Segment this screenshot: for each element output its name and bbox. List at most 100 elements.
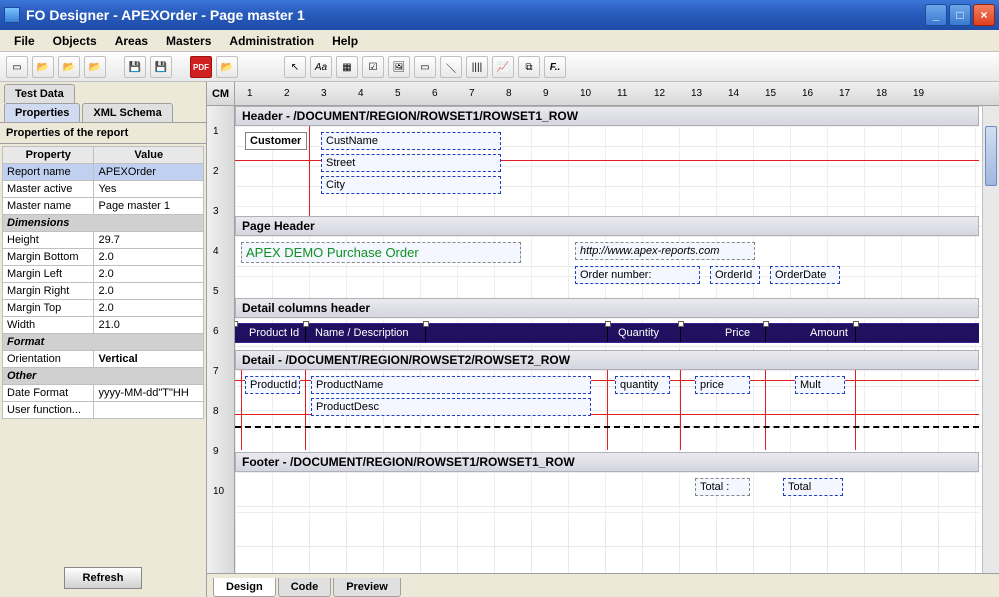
prop-date-format[interactable]: Date Format bbox=[3, 385, 94, 402]
field-productname[interactable]: ProductName bbox=[311, 376, 591, 394]
prop-master-active[interactable]: Master active bbox=[3, 181, 94, 198]
prop-orientation[interactable]: Orientation bbox=[3, 351, 94, 368]
region-footer[interactable]: Footer - /DOCUMENT/REGION/ROWSET1/ROWSET… bbox=[235, 452, 979, 522]
val-orientation[interactable]: Vertical bbox=[94, 351, 204, 368]
prop-master-name[interactable]: Master name bbox=[3, 198, 94, 215]
vertical-scrollbar[interactable] bbox=[982, 106, 999, 573]
open2-icon[interactable]: 📂 bbox=[58, 56, 80, 78]
prop-margin-right[interactable]: Margin Right bbox=[3, 283, 94, 300]
save-icon[interactable]: 💾 bbox=[124, 56, 146, 78]
field-productid[interactable]: ProductId bbox=[245, 376, 300, 394]
val-user-function[interactable] bbox=[94, 402, 204, 419]
tab-properties[interactable]: Properties bbox=[4, 103, 80, 122]
prop-report-name[interactable]: Report name bbox=[3, 164, 94, 181]
chart-icon[interactable]: 📈 bbox=[492, 56, 514, 78]
section-dimensions: Dimensions bbox=[3, 215, 204, 232]
field-custname[interactable]: CustName bbox=[321, 132, 501, 150]
prop-width[interactable]: Width bbox=[3, 317, 94, 334]
menu-help[interactable]: Help bbox=[324, 31, 366, 51]
grid-icon[interactable]: ▦ bbox=[336, 56, 358, 78]
maximize-button[interactable]: □ bbox=[949, 4, 971, 26]
open3-icon[interactable]: 📂 bbox=[84, 56, 106, 78]
menu-areas[interactable]: Areas bbox=[107, 31, 156, 51]
menu-objects[interactable]: Objects bbox=[45, 31, 105, 51]
design-canvas[interactable]: Header - /DOCUMENT/REGION/ROWSET1/ROWSET… bbox=[235, 106, 999, 573]
field-price[interactable]: price bbox=[695, 376, 750, 394]
properties-table: PropertyValue Report nameAPEXOrder Maste… bbox=[0, 144, 206, 421]
minimize-button[interactable]: _ bbox=[925, 4, 947, 26]
field-total[interactable]: Total bbox=[783, 478, 843, 496]
open-icon[interactable]: 📂 bbox=[32, 56, 54, 78]
val-margin-right[interactable]: 2.0 bbox=[94, 283, 204, 300]
menu-administration[interactable]: Administration bbox=[221, 31, 322, 51]
rect-icon[interactable]: ▭ bbox=[414, 56, 436, 78]
tab-design[interactable]: Design bbox=[213, 578, 276, 597]
menu-masters[interactable]: Masters bbox=[158, 31, 219, 51]
section-format: Format bbox=[3, 334, 204, 351]
col-value: Value bbox=[94, 147, 204, 164]
bottom-tabs: Design Code Preview bbox=[207, 573, 999, 597]
section-other: Other bbox=[3, 368, 204, 385]
col-productid: Product Id bbox=[249, 327, 299, 339]
field-total-label[interactable]: Total : bbox=[695, 478, 750, 496]
scrollbar-thumb[interactable] bbox=[985, 126, 997, 186]
image-icon[interactable]: 🖼 bbox=[388, 56, 410, 78]
prop-height[interactable]: Height bbox=[3, 232, 94, 249]
val-margin-bottom[interactable]: 2.0 bbox=[94, 249, 204, 266]
val-master-name[interactable]: Page master 1 bbox=[94, 198, 204, 215]
window-title: FO Designer - APEXOrder - Page master 1 bbox=[26, 7, 925, 23]
field-url[interactable]: http://www.apex-reports.com bbox=[575, 242, 755, 260]
tab-preview[interactable]: Preview bbox=[333, 578, 401, 597]
export-icon[interactable]: 📂 bbox=[216, 56, 238, 78]
field-orderdate[interactable]: OrderDate bbox=[770, 266, 840, 284]
properties-header: Properties of the report bbox=[0, 122, 206, 144]
column-header-bar[interactable]: Product Id Name / Description Quantity P… bbox=[235, 323, 979, 343]
val-master-active[interactable]: Yes bbox=[94, 181, 204, 198]
field-mult[interactable]: Mult bbox=[795, 376, 845, 394]
region-page-header[interactable]: Page Header APEX DEMO Purchase Order htt… bbox=[235, 216, 979, 296]
region-header[interactable]: Header - /DOCUMENT/REGION/ROWSET1/ROWSET… bbox=[235, 106, 979, 216]
field-quantity[interactable]: quantity bbox=[615, 376, 670, 394]
val-date-format[interactable]: yyyy-MM-dd"T"HH bbox=[94, 385, 204, 402]
val-height[interactable]: 29.7 bbox=[94, 232, 204, 249]
ruler-unit: CM bbox=[207, 82, 235, 105]
region-colhdr-title: Detail columns header bbox=[235, 298, 979, 318]
close-button[interactable]: × bbox=[973, 4, 995, 26]
field-orderid[interactable]: OrderId bbox=[710, 266, 760, 284]
link-icon[interactable]: ⧉ bbox=[518, 56, 540, 78]
region-detail[interactable]: Detail - /DOCUMENT/REGION/ROWSET2/ROWSET… bbox=[235, 350, 979, 450]
val-margin-left[interactable]: 2.0 bbox=[94, 266, 204, 283]
tab-code[interactable]: Code bbox=[278, 578, 332, 597]
field-order-number-label[interactable]: Order number: bbox=[575, 266, 700, 284]
tab-test-data[interactable]: Test Data bbox=[4, 84, 75, 103]
text-icon[interactable]: Aa bbox=[310, 56, 332, 78]
field-productdesc[interactable]: ProductDesc bbox=[311, 398, 591, 416]
cursor-icon[interactable]: ↖ bbox=[284, 56, 306, 78]
tab-xml-schema[interactable]: XML Schema bbox=[82, 103, 172, 122]
prop-margin-top[interactable]: Margin Top bbox=[3, 300, 94, 317]
toolbar: ▭ 📂 📂 📂 💾 💾 PDF 📂 ↖ Aa ▦ ☑ 🖼 ▭ ＼ |||| 📈 … bbox=[0, 52, 999, 82]
menubar: File Objects Areas Masters Administratio… bbox=[0, 30, 999, 52]
menu-file[interactable]: File bbox=[6, 31, 43, 51]
save-as-icon[interactable]: 💾 bbox=[150, 56, 172, 78]
col-quantity: Quantity bbox=[618, 327, 659, 339]
titlebar: FO Designer - APEXOrder - Page master 1 … bbox=[0, 0, 999, 30]
pdf-icon[interactable]: PDF bbox=[190, 56, 212, 78]
prop-margin-left[interactable]: Margin Left bbox=[3, 266, 94, 283]
prop-margin-bottom[interactable]: Margin Bottom bbox=[3, 249, 94, 266]
field-demo-title[interactable]: APEX DEMO Purchase Order bbox=[241, 242, 521, 263]
val-report-name[interactable]: APEXOrder bbox=[94, 164, 204, 181]
new-icon[interactable]: ▭ bbox=[6, 56, 28, 78]
val-margin-top[interactable]: 2.0 bbox=[94, 300, 204, 317]
field-city[interactable]: City bbox=[321, 176, 501, 194]
val-width[interactable]: 21.0 bbox=[94, 317, 204, 334]
region-detail-columns-header[interactable]: Detail columns header Product Id Name / … bbox=[235, 298, 979, 348]
line-icon[interactable]: ＼ bbox=[440, 56, 462, 78]
field-icon[interactable]: F.. bbox=[544, 56, 566, 78]
refresh-button[interactable]: Refresh bbox=[64, 567, 143, 589]
field-customer-label[interactable]: Customer bbox=[245, 132, 307, 150]
checkbox-icon[interactable]: ☑ bbox=[362, 56, 384, 78]
barcode-icon[interactable]: |||| bbox=[466, 56, 488, 78]
prop-user-function[interactable]: User function... bbox=[3, 402, 94, 419]
field-street[interactable]: Street bbox=[321, 154, 501, 172]
